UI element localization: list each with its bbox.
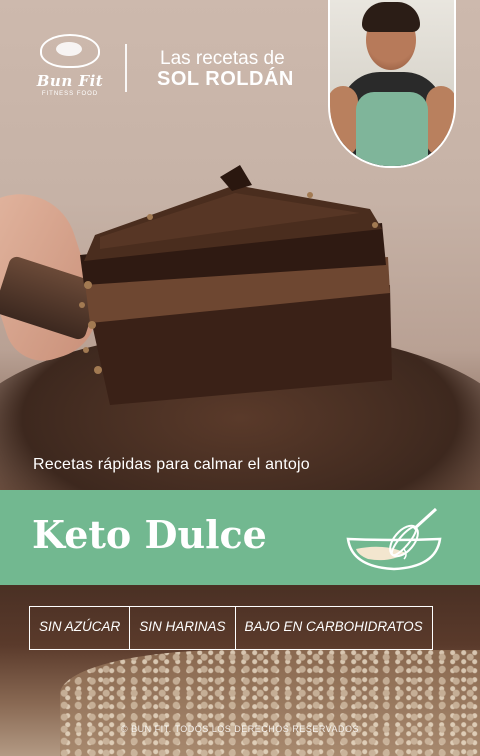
copyright-footer: © BUN FIT. TODOS LOS DERECHOS RESERVADOS	[120, 724, 359, 734]
brand-name: Bun Fit	[36, 72, 104, 90]
header-intro: Las recetas de	[160, 48, 285, 69]
brand-logo: Bun Fit FITNESS FOOD	[30, 34, 110, 97]
author-portrait	[328, 0, 456, 168]
page-title: Keto Dulce	[32, 512, 267, 557]
mixing-bowl-whisk-icon	[346, 507, 442, 571]
cake-slice-image	[79, 165, 392, 405]
header-divider	[125, 44, 127, 92]
tag-low-carb: BAJO EN CARBOHIDRATOS	[234, 607, 432, 649]
bun-fit-logo-icon	[40, 34, 100, 68]
portrait-hair	[362, 2, 420, 32]
portrait-arm-right	[426, 86, 454, 156]
tag-sugar-free: SIN AZÚCAR	[39, 619, 121, 634]
tag-flour-free: SIN HARINAS	[129, 607, 234, 649]
subtitle: Recetas rápidas para calmar el antojo	[33, 456, 310, 473]
portrait-arm-left	[330, 86, 358, 156]
background-crumbs	[60, 650, 480, 756]
author-name: SOL ROLDÁN	[157, 68, 294, 90]
brand-tagline: FITNESS FOOD	[41, 91, 99, 97]
tag-list: SIN AZÚCAR SIN HARINAS BAJO EN CARBOHIDR…	[29, 606, 433, 650]
portrait-apron	[356, 92, 428, 166]
